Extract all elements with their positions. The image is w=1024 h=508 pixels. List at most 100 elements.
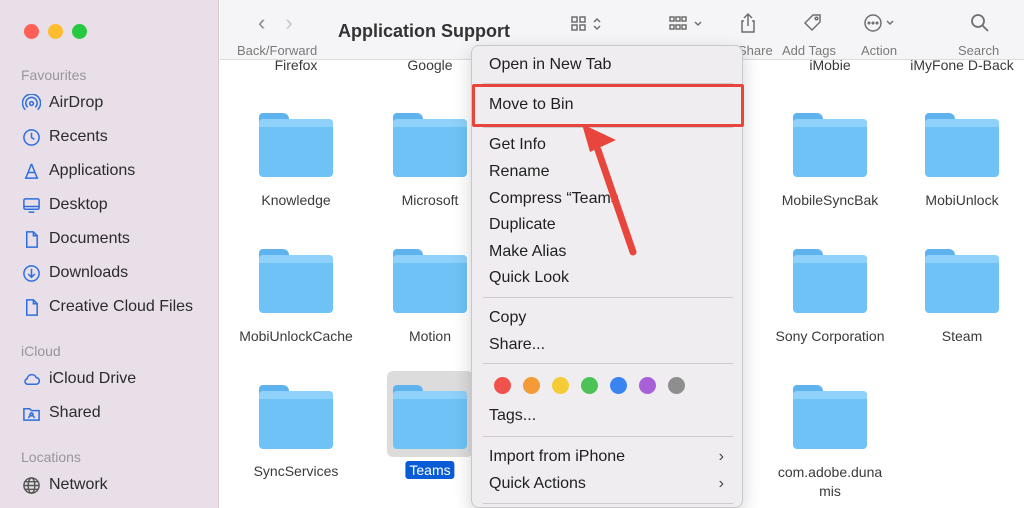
folder-icon[interactable] [393,385,467,449]
share-label: Share [738,43,773,58]
sidebar-item-applications[interactable]: Applications [21,158,135,184]
menu-item-compress[interactable]: Compress “Teams [489,190,619,208]
tag-color-orange[interactable] [523,377,540,394]
action-ellipsis-icon[interactable] [863,13,899,39]
zoom-window-button[interactable] [72,24,87,39]
sidebar-item-desktop[interactable]: Desktop [21,192,108,218]
desktop-icon [21,195,41,215]
tag-color-purple[interactable] [639,377,656,394]
tag-icon[interactable] [802,12,824,40]
file-icon [21,297,41,317]
sidebar-item-label: AirDrop [49,94,104,111]
submenu-chevron-icon: › [718,448,724,465]
clock-icon [21,127,41,147]
back-chevron-icon[interactable]: ‹ [258,12,265,34]
file-label: Knowledge [261,192,331,208]
sidebar-item-creative-cloud[interactable]: Creative Cloud Files [21,294,193,320]
sidebar-item-label: iCloud Drive [49,370,137,387]
minimize-window-button[interactable] [48,24,63,39]
selected-file-label[interactable]: Teams [405,461,455,479]
menu-item-import-iphone[interactable]: Import from iPhone [489,448,625,466]
locations-section-title: Locations [21,449,81,465]
tag-color-red[interactable] [494,377,511,394]
file-label: MobiUnlock [925,192,999,208]
icon-view-grid-icon[interactable] [570,14,606,40]
globe-icon [21,475,41,495]
sidebar: Favourites AirDrop Recents Applications … [0,0,219,508]
tag-color-yellow[interactable] [552,377,569,394]
menu-item-open-new-tab[interactable]: Open in New Tab [489,56,611,74]
file-label: Sony Corporation [775,328,885,344]
submenu-chevron-icon: › [718,475,724,492]
file-label: com.adobe.duna mis [778,463,882,501]
menu-separator [483,363,733,364]
folder-icon[interactable] [259,249,333,313]
selected-file-name: Teams [405,461,455,479]
folder-icon[interactable] [925,249,999,313]
sidebar-item-label: Downloads [49,264,129,281]
applications-icon [21,161,41,181]
file-label: Microsoft [401,192,459,208]
menu-separator [483,297,733,298]
folder-icon[interactable] [793,385,867,449]
search-icon[interactable] [970,13,990,39]
sidebar-item-airdrop[interactable]: AirDrop [21,90,103,116]
folder-icon[interactable] [259,385,333,449]
file-label: Google [407,57,453,73]
file-label: Steam [941,328,983,344]
folder-icon[interactable] [793,249,867,313]
menu-item-make-alias[interactable]: Make Alias [489,243,566,261]
menu-item-duplicate[interactable]: Duplicate [489,216,556,234]
sidebar-item-label: Recents [49,128,108,145]
group-by-icon[interactable] [668,14,708,40]
tag-color-blue[interactable] [610,377,627,394]
airdrop-icon [21,93,41,113]
tag-color-green[interactable] [581,377,598,394]
sidebar-item-label: Creative Cloud Files [49,298,194,315]
action-label: Action [861,43,898,58]
favourites-section-title: Favourites [21,67,87,83]
folder-icon[interactable] [393,113,467,177]
folder-icon[interactable] [793,113,867,177]
menu-separator [483,127,733,128]
cloud-icon [21,369,41,389]
close-window-button[interactable] [24,24,39,39]
menu-separator [483,436,733,437]
sidebar-item-label: Desktop [49,196,108,213]
menu-item-quick-look[interactable]: Quick Look [489,269,569,287]
document-icon [21,229,41,249]
menu-item-share[interactable]: Share... [489,336,545,354]
sidebar-item-downloads[interactable]: Downloads [21,260,128,286]
menu-item-rename[interactable]: Rename [489,163,549,181]
sidebar-item-network[interactable]: Network [21,472,108,498]
file-label: Motion [408,328,452,344]
sidebar-item-icloud-drive[interactable]: iCloud Drive [21,366,136,392]
menu-item-tags[interactable]: Tags... [489,407,536,425]
file-label: MobiUnlockCache [239,328,353,344]
sidebar-item-label: Documents [49,230,130,247]
folder-icon[interactable] [393,249,467,313]
menu-item-get-info[interactable]: Get Info [489,136,546,154]
back-forward-label: Back/Forward [237,43,318,58]
context-menu: Open in New Tab Move to Bin Get Info Ren… [471,45,744,508]
folder-icon[interactable] [925,113,999,177]
icloud-section-title: iCloud [21,343,61,359]
shared-folder-icon [21,403,41,423]
forward-chevron-icon[interactable]: › [285,12,292,34]
navigation-buttons: ‹ › [258,12,293,34]
annotation-highlight-box [472,84,744,127]
file-label-line: mis [819,483,841,499]
sidebar-item-documents[interactable]: Documents [21,226,130,252]
menu-item-quick-actions[interactable]: Quick Actions [489,475,586,493]
folder-icon[interactable] [259,113,333,177]
sidebar-item-label: Network [49,476,108,493]
sidebar-item-recents[interactable]: Recents [21,124,108,150]
file-label: iMobie [809,57,851,73]
sidebar-item-label: Shared [49,404,101,421]
share-icon[interactable] [738,12,758,40]
menu-item-copy[interactable]: Copy [489,309,526,327]
sidebar-item-shared[interactable]: Shared [21,400,101,426]
tag-color-gray[interactable] [668,377,685,394]
download-icon [21,263,41,283]
menu-separator [483,503,733,504]
